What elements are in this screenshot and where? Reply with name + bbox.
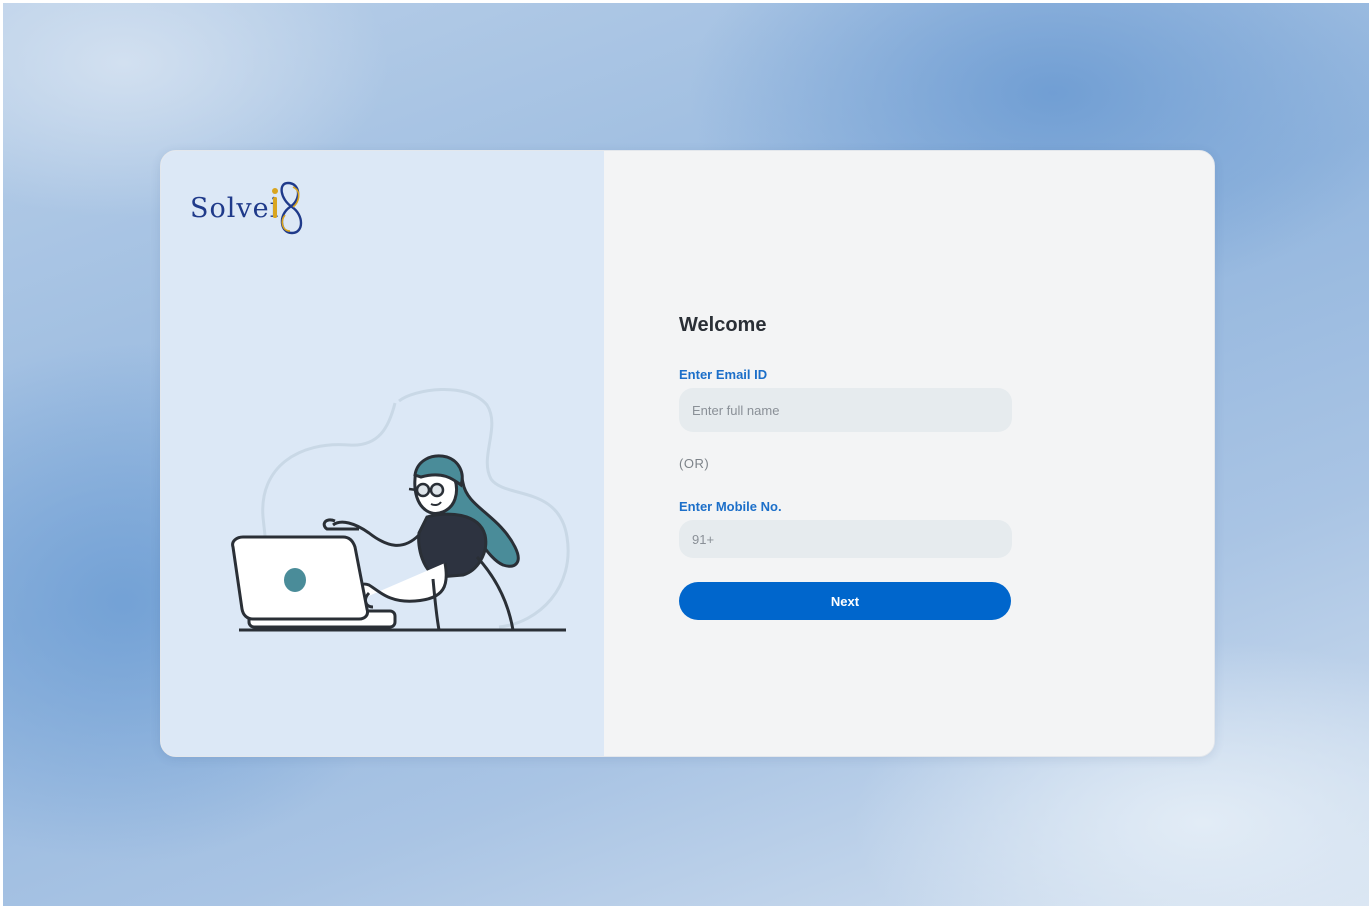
page-title: Welcome	[679, 314, 767, 336]
login-form-panel: Welcome Enter Email ID (OR) Enter Mobile…	[604, 151, 1214, 756]
brand-logo: Solvei	[190, 179, 320, 237]
next-button[interactable]: Next	[679, 582, 1011, 620]
mobile-label: Enter Mobile No.	[679, 499, 782, 514]
email-field[interactable]	[679, 388, 1012, 432]
email-label: Enter Email ID	[679, 367, 768, 382]
illustration-panel: Solvei	[161, 151, 604, 756]
login-card: Solvei Welcome Enter Email ID Enter full…	[160, 150, 1215, 757]
mobile-field[interactable]	[679, 520, 1012, 558]
logo-mark-icon	[272, 181, 303, 235]
person-at-laptop-illustration	[231, 387, 570, 632]
or-separator: (OR)	[679, 456, 710, 471]
